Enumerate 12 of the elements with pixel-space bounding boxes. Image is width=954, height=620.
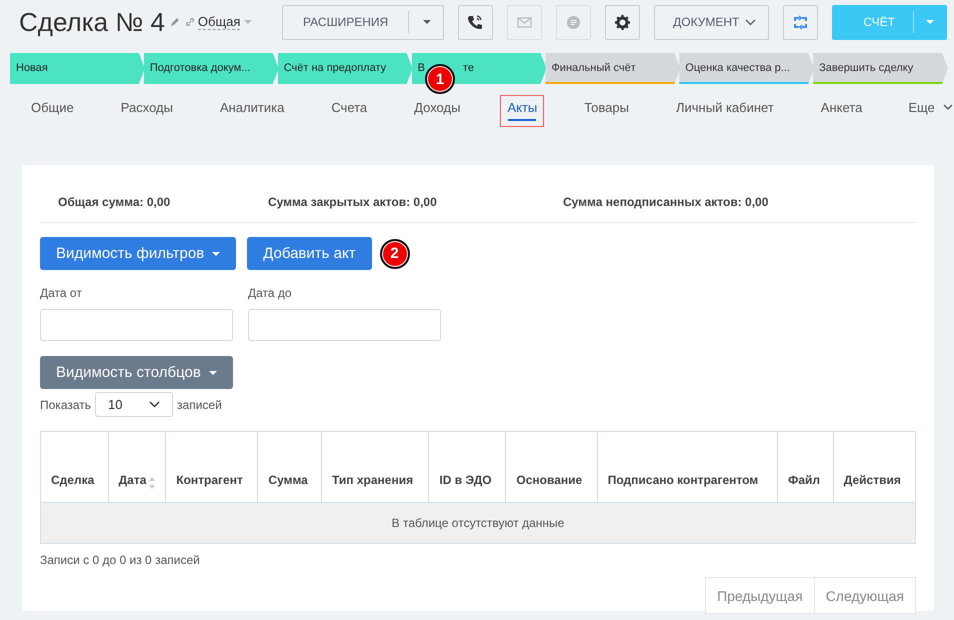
summary-total: Общая сумма: 0,00 bbox=[58, 195, 172, 209]
summary-total: Сумма закрытых актов: 0,00 bbox=[268, 195, 438, 209]
show-label: Показать bbox=[40, 398, 92, 412]
step-marker-tooltip: 1 bbox=[425, 64, 455, 94]
summary-total: Сумма неподписанных актов: 0,00 bbox=[563, 195, 768, 209]
deal-title: Сделка № 4 bbox=[19, 6, 165, 38]
step-marker: 2 bbox=[380, 238, 410, 268]
records-info: Записи с 0 до 0 из 0 записей bbox=[40, 553, 201, 567]
field-label: Дата до bbox=[248, 286, 293, 300]
records-label: записей bbox=[177, 398, 222, 412]
field-label: Дата от bbox=[40, 286, 83, 300]
empty-table-message: В таблице отсутствуют данные bbox=[40, 502, 916, 544]
